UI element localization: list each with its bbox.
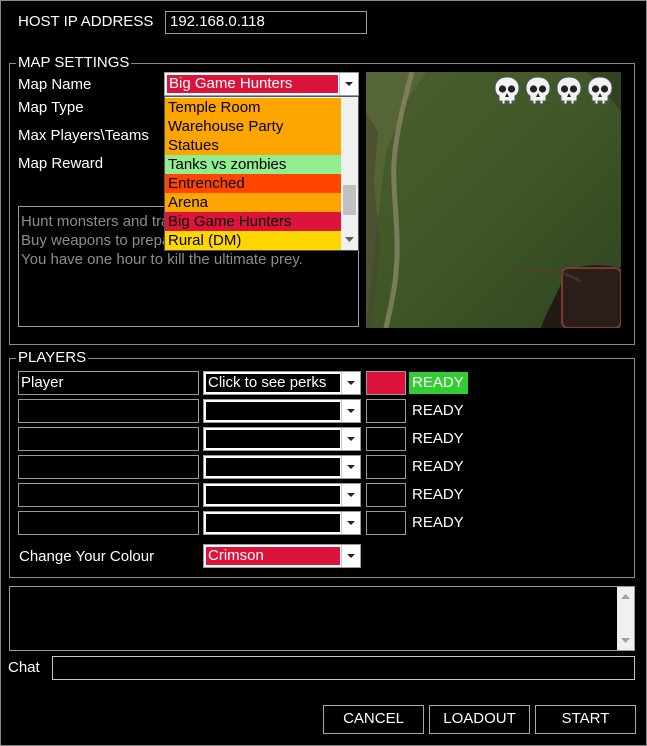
perks-combo[interactable] (203, 455, 361, 479)
perks-value (206, 402, 340, 420)
player-name-field[interactable]: Player (18, 371, 199, 395)
chat-log[interactable] (9, 586, 635, 651)
map-type-label: Map Type (18, 99, 84, 116)
chevron-down-icon[interactable] (341, 484, 360, 506)
skull-icon (494, 76, 520, 106)
chevron-down-icon[interactable] (341, 456, 360, 478)
perks-combo[interactable] (203, 427, 361, 451)
chevron-down-icon[interactable] (341, 512, 360, 534)
map-dropdown-list[interactable]: Temple Room Warehouse Party Statues Tank… (164, 96, 359, 251)
chat-label: Chat (8, 659, 40, 676)
map-name-value: Big Game Hunters (167, 75, 338, 93)
player-name-field[interactable] (18, 483, 199, 507)
perks-combo[interactable] (203, 483, 361, 507)
perks-combo[interactable]: Click to see perks (203, 371, 361, 395)
dropdown-item[interactable]: Tanks vs zombies (165, 155, 342, 174)
change-colour-label: Change Your Colour (19, 548, 155, 565)
chat-input[interactable] (52, 656, 635, 680)
player-colour-swatch[interactable] (366, 511, 406, 535)
perks-value (206, 458, 340, 476)
scroll-down-icon[interactable] (345, 237, 354, 243)
perks-value (206, 514, 340, 532)
player-name-field[interactable] (18, 455, 199, 479)
player-name-field[interactable] (18, 511, 199, 535)
chevron-down-icon[interactable] (341, 400, 360, 422)
scrollbar-thumb[interactable] (343, 185, 356, 215)
scroll-down-icon[interactable] (621, 638, 630, 644)
chevron-down-icon[interactable] (341, 545, 360, 567)
host-ip-label: HOST IP ADDRESS (18, 13, 154, 30)
ready-status[interactable]: READY (409, 512, 467, 534)
dropdown-scrollbar[interactable] (341, 97, 358, 250)
map-preview (366, 72, 621, 328)
ready-status[interactable]: READY (409, 428, 467, 450)
map-reward-label: Map Reward (18, 155, 104, 172)
dropdown-item[interactable]: Big Game Hunters (165, 212, 342, 231)
cancel-button[interactable]: CANCEL (323, 705, 424, 734)
scroll-up-icon[interactable] (621, 594, 630, 600)
colour-combo[interactable]: Crimson (203, 544, 361, 568)
perks-combo[interactable] (203, 399, 361, 423)
map-name-combo[interactable]: Big Game Hunters (164, 72, 359, 96)
player-name-field[interactable] (18, 399, 199, 423)
chevron-down-icon[interactable] (341, 372, 360, 394)
ready-status[interactable]: READY (409, 400, 467, 422)
ready-status[interactable]: READY (409, 372, 468, 394)
players-legend: PLAYERS (18, 349, 87, 366)
player-colour-swatch[interactable] (366, 483, 406, 507)
start-button[interactable]: START (535, 705, 636, 734)
skull-icon (587, 76, 613, 106)
chevron-down-icon[interactable] (339, 73, 358, 95)
max-players-label: Max Players\Teams (18, 127, 149, 144)
chevron-down-icon[interactable] (341, 428, 360, 450)
ready-status[interactable]: READY (409, 484, 467, 506)
perks-value (206, 430, 340, 448)
player-colour-swatch[interactable] (366, 371, 406, 395)
dropdown-item[interactable]: Rural (DM) (165, 231, 342, 250)
dropdown-item[interactable]: Arena (165, 193, 342, 212)
dropdown-item[interactable]: Entrenched (165, 174, 342, 193)
perks-value: Click to see perks (206, 374, 340, 392)
player-name-field[interactable] (18, 427, 199, 451)
colour-value: Crimson (206, 547, 340, 565)
perks-combo[interactable] (203, 511, 361, 535)
player-colour-swatch[interactable] (366, 455, 406, 479)
loadout-button[interactable]: LOADOUT (429, 705, 530, 734)
map-settings-legend: MAP SETTINGS (18, 54, 130, 71)
map-name-label: Map Name (18, 76, 92, 93)
description-line: You have one hour to kill the ultimate p… (21, 251, 303, 268)
dropdown-item[interactable]: Warehouse Party (165, 117, 342, 136)
perks-value (206, 486, 340, 504)
ready-status[interactable]: READY (409, 456, 467, 478)
host-ip-input[interactable]: 192.168.0.118 (165, 11, 367, 34)
dropdown-item[interactable]: Temple Room (165, 98, 342, 117)
skull-icon (556, 76, 582, 106)
player-colour-swatch[interactable] (366, 427, 406, 451)
chat-scrollbar[interactable] (617, 587, 634, 650)
dropdown-item[interactable]: Statues (165, 136, 342, 155)
skull-icon (525, 76, 551, 106)
player-colour-swatch[interactable] (366, 399, 406, 423)
